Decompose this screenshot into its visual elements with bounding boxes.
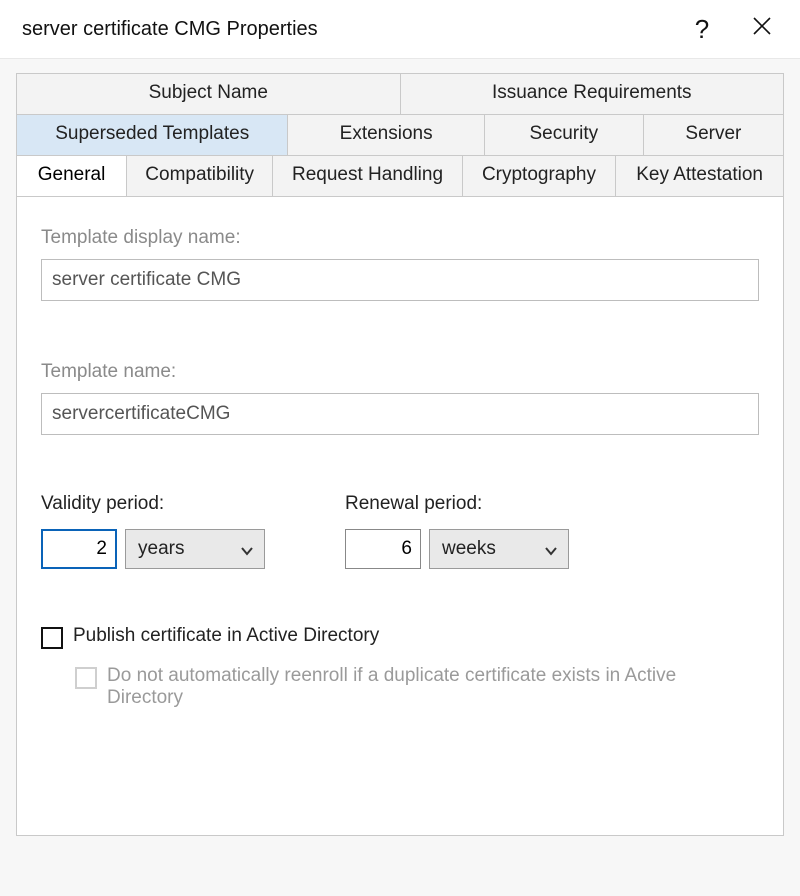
chevron-down-icon — [240, 542, 254, 556]
tab-security[interactable]: Security — [485, 115, 644, 155]
validity-period-unit-label: years — [138, 538, 184, 560]
validity-period-value-input[interactable] — [41, 529, 117, 569]
publish-ad-label: Publish certificate in Active Directory — [73, 625, 379, 647]
tab-server[interactable]: Server — [644, 115, 783, 155]
template-display-name-label: Template display name: — [41, 227, 759, 249]
renewal-period-value-input[interactable] — [345, 529, 421, 569]
window-title: server certificate CMG Properties — [22, 18, 672, 41]
renewal-period-unit-select[interactable]: weeks — [429, 529, 569, 569]
publish-ad-checkbox[interactable] — [41, 627, 63, 649]
tab-compatibility[interactable]: Compatibility — [127, 156, 273, 196]
template-name-input[interactable] — [41, 393, 759, 435]
no-auto-reenroll-checkbox — [75, 667, 97, 689]
renewal-period-col: Renewal period: weeks — [345, 493, 569, 569]
client-area: Subject Name Issuance Requirements Super… — [0, 58, 800, 896]
tab-key-attestation[interactable]: Key Attestation — [616, 156, 783, 196]
help-button[interactable]: ? — [672, 9, 732, 49]
no-auto-reenroll-label: Do not automatically reenroll if a dupli… — [107, 665, 707, 709]
tab-general[interactable]: General — [17, 156, 127, 196]
renewal-period-controls: weeks — [345, 529, 569, 569]
close-icon — [752, 15, 772, 43]
tab-content-general: Template display name: Template name: Va… — [16, 196, 784, 836]
title-bar: server certificate CMG Properties ? — [0, 0, 800, 58]
no-auto-reenroll-row: Do not automatically reenroll if a dupli… — [75, 665, 759, 709]
validity-period-col: Validity period: years — [41, 493, 265, 569]
help-icon: ? — [695, 14, 709, 45]
close-button[interactable] — [732, 9, 792, 49]
tab-row-3: General Compatibility Request Handling C… — [16, 155, 784, 196]
tab-request-handling[interactable]: Request Handling — [273, 156, 463, 196]
tab-extensions[interactable]: Extensions — [288, 115, 484, 155]
properties-dialog: server certificate CMG Properties ? Subj… — [0, 0, 800, 896]
tab-row-1: Subject Name Issuance Requirements — [16, 73, 784, 114]
tab-cryptography[interactable]: Cryptography — [463, 156, 616, 196]
publish-ad-row: Publish certificate in Active Directory — [41, 625, 759, 649]
tab-subject-name[interactable]: Subject Name — [17, 74, 401, 114]
renewal-period-unit-label: weeks — [442, 538, 496, 560]
tab-issuance-requirements[interactable]: Issuance Requirements — [401, 74, 784, 114]
validity-period-unit-select[interactable]: years — [125, 529, 265, 569]
validity-period-label: Validity period: — [41, 493, 265, 515]
template-display-name-section: Template display name: — [41, 227, 759, 301]
periods-row: Validity period: years Re — [41, 493, 759, 569]
chevron-down-icon — [544, 542, 558, 556]
template-display-name-input[interactable] — [41, 259, 759, 301]
renewal-period-label: Renewal period: — [345, 493, 569, 515]
tab-superseded-templates[interactable]: Superseded Templates — [17, 115, 288, 155]
validity-period-controls: years — [41, 529, 265, 569]
template-name-section: Template name: — [41, 361, 759, 435]
template-name-label: Template name: — [41, 361, 759, 383]
tab-container: Subject Name Issuance Requirements Super… — [16, 73, 784, 836]
tab-row-2: Superseded Templates Extensions Security… — [16, 114, 784, 155]
